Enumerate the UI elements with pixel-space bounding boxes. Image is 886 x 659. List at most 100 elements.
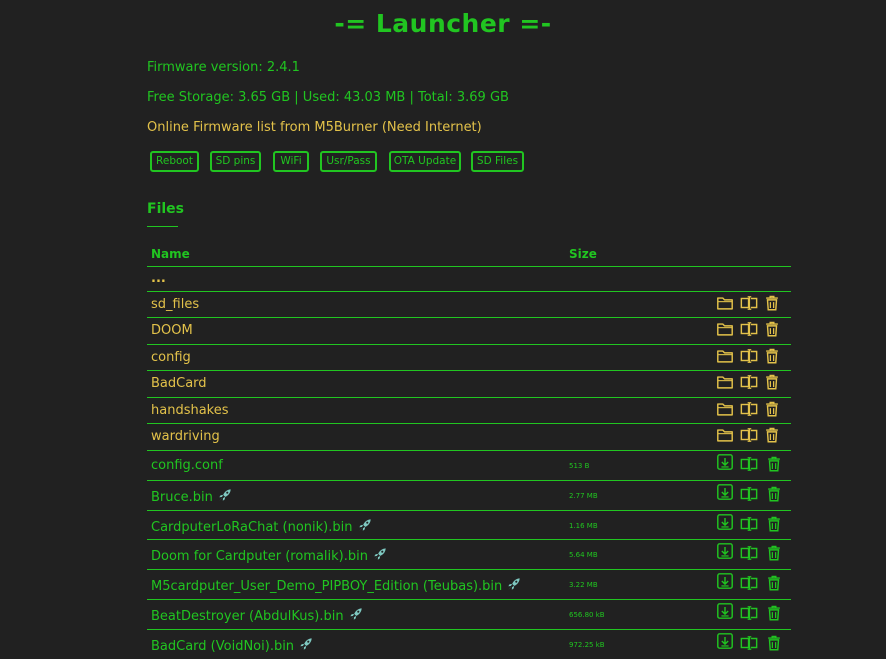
column-name-header: Name: [151, 247, 190, 261]
trash-icon[interactable]: [763, 347, 781, 365]
table-row[interactable]: handshakes: [147, 398, 791, 424]
row-actions: [716, 632, 783, 654]
rename-icon[interactable]: [740, 294, 758, 312]
trash-icon[interactable]: [763, 294, 781, 312]
row-actions: [716, 572, 783, 594]
row-label: config: [151, 350, 191, 365]
trash-icon[interactable]: [763, 426, 781, 444]
rename-icon[interactable]: [740, 400, 758, 418]
trash-icon[interactable]: [763, 400, 781, 418]
rename-icon[interactable]: [740, 544, 758, 562]
parent-dir-link[interactable]: ...: [151, 271, 166, 286]
rename-icon[interactable]: [740, 574, 758, 592]
parent-dir-row[interactable]: ...: [147, 266, 791, 292]
file-name[interactable]: Bruce.bin: [151, 488, 232, 505]
trash-icon[interactable]: [763, 320, 781, 338]
rename-icon[interactable]: [740, 320, 758, 338]
file-name[interactable]: BadCard (VoidNoi).bin: [151, 637, 313, 654]
usr-pass-button[interactable]: Usr/Pass: [320, 151, 377, 172]
file-name[interactable]: M5cardputer_User_Demo_PIPBOY_Edition (Te…: [151, 577, 521, 594]
reboot-button[interactable]: Reboot: [150, 151, 199, 172]
download-icon[interactable]: [716, 483, 734, 501]
trash-icon[interactable]: [765, 485, 783, 503]
download-icon[interactable]: [716, 602, 734, 620]
row-actions: [716, 426, 780, 446]
table-row[interactable]: config: [147, 345, 791, 371]
folder-name[interactable]: BadCard: [151, 376, 207, 391]
folder-name[interactable]: wardriving: [151, 429, 220, 444]
download-icon[interactable]: [716, 632, 734, 650]
rename-icon[interactable]: [740, 604, 758, 622]
download-icon[interactable]: [716, 542, 734, 560]
download-icon[interactable]: [716, 453, 734, 471]
trash-icon[interactable]: [763, 373, 781, 391]
row-label: BeatDestroyer (AbdulKus).bin: [151, 609, 344, 624]
folder-name[interactable]: sd_files: [151, 297, 199, 312]
trash-icon[interactable]: [765, 515, 783, 533]
table-row[interactable]: BadCard (VoidNoi).bin 972.25 kB: [147, 630, 791, 659]
trash-icon[interactable]: [765, 634, 783, 652]
table-header: Name Size: [147, 245, 791, 267]
table-row[interactable]: config.conf 513 B: [147, 451, 791, 481]
file-name[interactable]: config.conf: [151, 458, 223, 473]
folder-name[interactable]: config: [151, 350, 191, 365]
ota-update-button[interactable]: OTA Update: [389, 151, 461, 172]
column-size-header: Size: [569, 247, 597, 261]
file-name[interactable]: BeatDestroyer (AbdulKus).bin: [151, 607, 363, 624]
file-size: 5.64 MB: [569, 551, 598, 559]
folder-icon[interactable]: [716, 426, 734, 444]
folder-name[interactable]: handshakes: [151, 403, 229, 418]
row-label: DOOM: [151, 323, 193, 338]
row-actions: [716, 602, 783, 624]
row-actions: [716, 347, 780, 367]
rename-icon[interactable]: [740, 485, 758, 503]
row-actions: [716, 542, 783, 564]
file-name[interactable]: CardputerLoRaChat (nonik).bin: [151, 518, 372, 535]
table-row[interactable]: CardputerLoRaChat (nonik).bin 1.16 MB: [147, 511, 791, 540]
row-label: sd_files: [151, 297, 200, 312]
table-row[interactable]: Bruce.bin 2.77 MB: [147, 481, 791, 511]
table-row[interactable]: Doom for Cardputer (romalik).bin 5.64 MB: [147, 540, 791, 570]
rename-icon[interactable]: [740, 426, 758, 444]
rename-icon[interactable]: [740, 455, 758, 473]
table-row[interactable]: M5cardputer_User_Demo_PIPBOY_Edition (Te…: [147, 570, 791, 600]
folder-icon[interactable]: [716, 400, 734, 418]
row-label: Doom for Cardputer (romalik).bin: [151, 549, 368, 564]
rename-icon[interactable]: [740, 373, 758, 391]
rename-icon[interactable]: [740, 347, 758, 365]
sd-files-button[interactable]: SD Files: [471, 151, 524, 172]
rocket-icon[interactable]: [349, 607, 363, 621]
rocket-icon[interactable]: [299, 637, 313, 651]
file-name[interactable]: Doom for Cardputer (romalik).bin: [151, 547, 387, 564]
table-row[interactable]: wardriving: [147, 424, 791, 451]
rocket-icon[interactable]: [373, 547, 387, 561]
folder-name[interactable]: DOOM: [151, 323, 193, 338]
row-actions: [716, 513, 783, 535]
table-row[interactable]: DOOM: [147, 318, 791, 345]
row-label: CardputerLoRaChat (nonik).bin: [151, 520, 353, 535]
rocket-icon[interactable]: [218, 488, 232, 502]
table-row[interactable]: sd_files: [147, 292, 791, 318]
table-row[interactable]: BadCard: [147, 371, 791, 398]
file-size: 3.22 MB: [569, 581, 598, 589]
wifi-button[interactable]: WiFi: [273, 151, 309, 172]
trash-icon[interactable]: [765, 604, 783, 622]
trash-icon[interactable]: [765, 574, 783, 592]
online-firmware-link[interactable]: Online Firmware list from M5Burner (Need…: [147, 120, 482, 135]
folder-icon[interactable]: [716, 347, 734, 365]
folder-icon[interactable]: [716, 294, 734, 312]
rocket-icon[interactable]: [507, 577, 521, 591]
download-icon[interactable]: [716, 572, 734, 590]
table-row[interactable]: BeatDestroyer (AbdulKus).bin 656.80 kB: [147, 600, 791, 630]
folder-icon[interactable]: [716, 373, 734, 391]
rocket-icon[interactable]: [358, 518, 372, 532]
sd-pins-button[interactable]: SD pins: [210, 151, 261, 172]
rename-icon[interactable]: [740, 634, 758, 652]
folder-icon[interactable]: [716, 320, 734, 338]
trash-icon[interactable]: [765, 544, 783, 562]
row-label: Bruce.bin: [151, 490, 213, 505]
trash-icon[interactable]: [765, 455, 783, 473]
row-actions: [716, 294, 780, 314]
download-icon[interactable]: [716, 513, 734, 531]
rename-icon[interactable]: [740, 515, 758, 533]
